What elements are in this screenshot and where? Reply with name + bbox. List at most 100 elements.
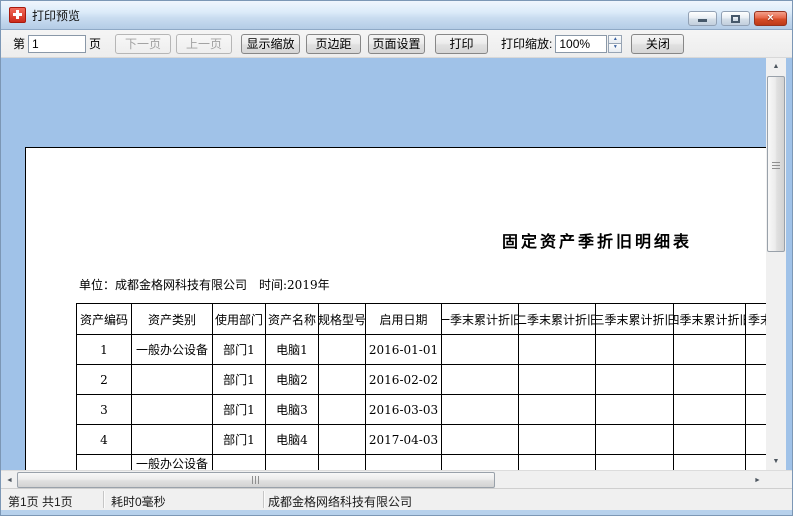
table-cell	[746, 335, 767, 365]
table-cell: 部门1	[213, 365, 266, 395]
close-window-button[interactable]: ×	[754, 11, 787, 26]
table-cell: 部门1	[213, 395, 266, 425]
table-cell	[519, 455, 596, 470]
document-unit-line: 单位：成都金格网科技有限公司 时间:2019年	[79, 276, 330, 293]
minimize-button[interactable]	[688, 11, 717, 26]
window-title: 打印预览	[32, 7, 80, 24]
scrollbar-grip-icon	[252, 476, 261, 484]
scroll-left-icon[interactable]: ◄	[1, 471, 18, 489]
status-separator	[103, 491, 105, 508]
horizontal-scrollbar-thumb[interactable]	[17, 472, 495, 488]
table-cell	[519, 365, 596, 395]
minimize-icon	[698, 19, 707, 22]
vertical-scrollbar[interactable]: ▲ ▼	[766, 58, 786, 470]
table-header-cell: 四季末累计折旧	[674, 304, 746, 335]
table-cell: 电脑4	[266, 425, 319, 455]
table-header-cell: 启用日期	[366, 304, 442, 335]
scroll-down-icon[interactable]: ▼	[766, 453, 786, 470]
table-cell	[519, 395, 596, 425]
maximize-icon	[731, 15, 740, 23]
table-cell	[442, 395, 519, 425]
table-cell	[366, 455, 442, 470]
table-cell	[319, 395, 366, 425]
document-page: 固定资产季折旧明细表 单位：成都金格网科技有限公司 时间:2019年 资产编码 …	[25, 147, 767, 470]
table-cell	[596, 365, 674, 395]
table-cell	[674, 455, 746, 470]
table-cell	[132, 425, 213, 455]
table-cell	[77, 455, 132, 470]
table-cell	[319, 335, 366, 365]
page-number-input[interactable]	[28, 35, 86, 53]
table-cell	[266, 455, 319, 470]
table-cell: 电脑1	[266, 335, 319, 365]
print-preview-window: 打印预览 × 第 页 下一页 上一页 显示缩放 页边距 页面设置 打印 打印缩放…	[0, 0, 793, 516]
print-zoom-spinner: ▲ ▼	[608, 35, 622, 53]
table-header-cell: 季末	[746, 304, 767, 335]
close-preview-button[interactable]: 关闭	[631, 34, 684, 54]
table-cell: 2	[77, 365, 132, 395]
table-row: 3 部门1 电脑3 2016-03-03	[77, 395, 767, 425]
table-cell: 2016-03-03	[366, 395, 442, 425]
vertical-scrollbar-thumb[interactable]	[767, 76, 785, 252]
table-cell: 部门1	[213, 335, 266, 365]
next-page-button[interactable]: 下一页	[115, 34, 171, 54]
table-row: 2 部门1 电脑2 2016-02-02	[77, 365, 767, 395]
titlebar[interactable]: 打印预览 ×	[1, 1, 792, 30]
page-label-prefix: 第	[13, 35, 25, 52]
show-zoom-button[interactable]: 显示缩放	[241, 34, 300, 54]
table-header-cell: 二季末累计折旧	[519, 304, 596, 335]
print-button[interactable]: 打印	[435, 34, 488, 54]
table-cell	[442, 455, 519, 470]
table-cell: 3	[77, 395, 132, 425]
status-page-info: 第1页 共1页	[8, 493, 73, 510]
table-cell	[442, 365, 519, 395]
spinner-up-button[interactable]: ▲	[608, 35, 622, 44]
scrollbar-corner	[766, 471, 792, 489]
table-cell	[319, 365, 366, 395]
table-cell: 4	[77, 425, 132, 455]
print-zoom-input[interactable]	[555, 35, 607, 53]
table-subtotal-row: 一般办公设备 小计	[77, 455, 767, 470]
table-row: 4 部门1 电脑4 2017-04-03	[77, 425, 767, 455]
table-header-cell: 三季末累计折旧	[596, 304, 674, 335]
print-zoom-label: 打印缩放:	[501, 35, 552, 52]
table-cell	[319, 455, 366, 470]
preview-area: 固定资产季折旧明细表 单位：成都金格网科技有限公司 时间:2019年 资产编码 …	[1, 58, 792, 470]
table-cell	[746, 455, 767, 470]
scroll-right-icon[interactable]: ►	[749, 471, 766, 489]
scrollbar-grip-icon	[772, 160, 780, 169]
table-cell: 2017-04-03	[366, 425, 442, 455]
status-separator	[263, 491, 265, 508]
close-icon: ×	[767, 13, 773, 24]
table-header-row: 资产编码 资产类别 使用部门 资产名称 规格型号 启用日期 一季末累计折旧 二季…	[77, 304, 767, 335]
window-controls: ×	[688, 11, 787, 26]
table-cell	[596, 425, 674, 455]
scroll-up-icon[interactable]: ▲	[766, 58, 786, 75]
table-cell	[319, 425, 366, 455]
page-label-suffix: 页	[89, 35, 101, 52]
table-cell	[746, 425, 767, 455]
toolbar: 第 页 下一页 上一页 显示缩放 页边距 页面设置 打印 打印缩放: ▲ ▼ 关…	[1, 30, 792, 58]
table-cell: 1	[77, 335, 132, 365]
table-cell	[442, 335, 519, 365]
table-cell: 电脑3	[266, 395, 319, 425]
maximize-button[interactable]	[721, 11, 750, 26]
table-cell	[213, 455, 266, 470]
table-row: 1 一般办公设备 部门1 电脑1 2016-01-01	[77, 335, 767, 365]
status-company-name: 成都金格网络科技有限公司	[268, 493, 412, 510]
table-cell	[674, 335, 746, 365]
table-cell	[596, 455, 674, 470]
spinner-down-button[interactable]: ▼	[608, 43, 622, 53]
page-margin-button[interactable]: 页边距	[306, 34, 361, 54]
statusbar: 第1页 共1页 耗时0毫秒 成都金格网络科技有限公司	[1, 488, 792, 510]
table-cell	[596, 335, 674, 365]
table-cell	[596, 395, 674, 425]
page-setup-button[interactable]: 页面设置	[368, 34, 425, 54]
table-cell: 一般办公设备	[132, 335, 213, 365]
table-header-cell: 规格型号	[319, 304, 366, 335]
table-cell	[674, 365, 746, 395]
horizontal-scrollbar[interactable]: ◄ ►	[1, 470, 792, 489]
table-cell: 部门1	[213, 425, 266, 455]
status-elapsed-time: 耗时0毫秒	[111, 493, 166, 510]
prev-page-button[interactable]: 上一页	[176, 34, 232, 54]
